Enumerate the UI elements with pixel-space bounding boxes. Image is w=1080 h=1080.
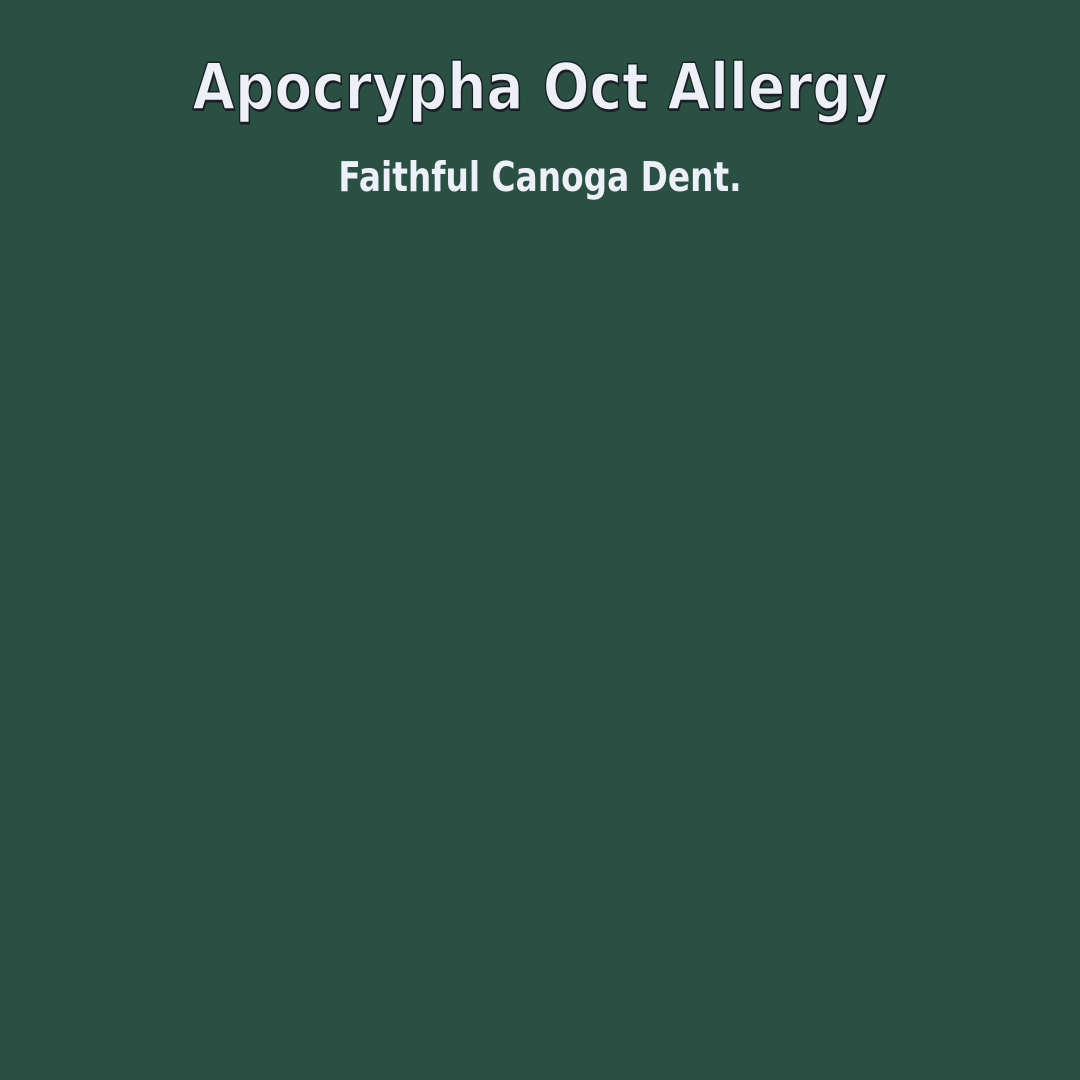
page-title: Apocrypha Oct Allergy [192, 51, 889, 126]
page-subtitle: Faithful Canoga Dent. [338, 153, 742, 201]
canvas-background: Apocrypha Oct Allergy Faithful Canoga De… [0, 0, 1080, 1080]
